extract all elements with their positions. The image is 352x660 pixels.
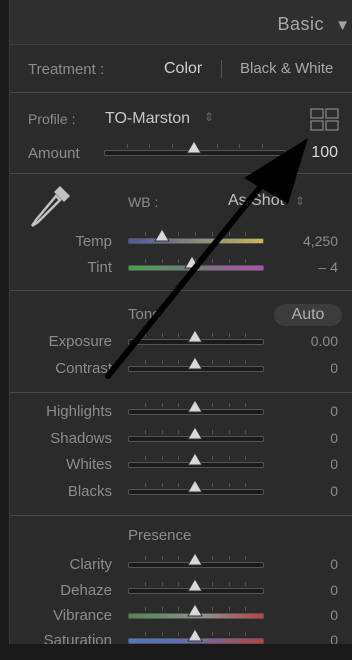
arrow-annotation — [105, 138, 308, 379]
basic-panel: Basic ▼ Treatment : Color Black & White … — [0, 0, 352, 660]
